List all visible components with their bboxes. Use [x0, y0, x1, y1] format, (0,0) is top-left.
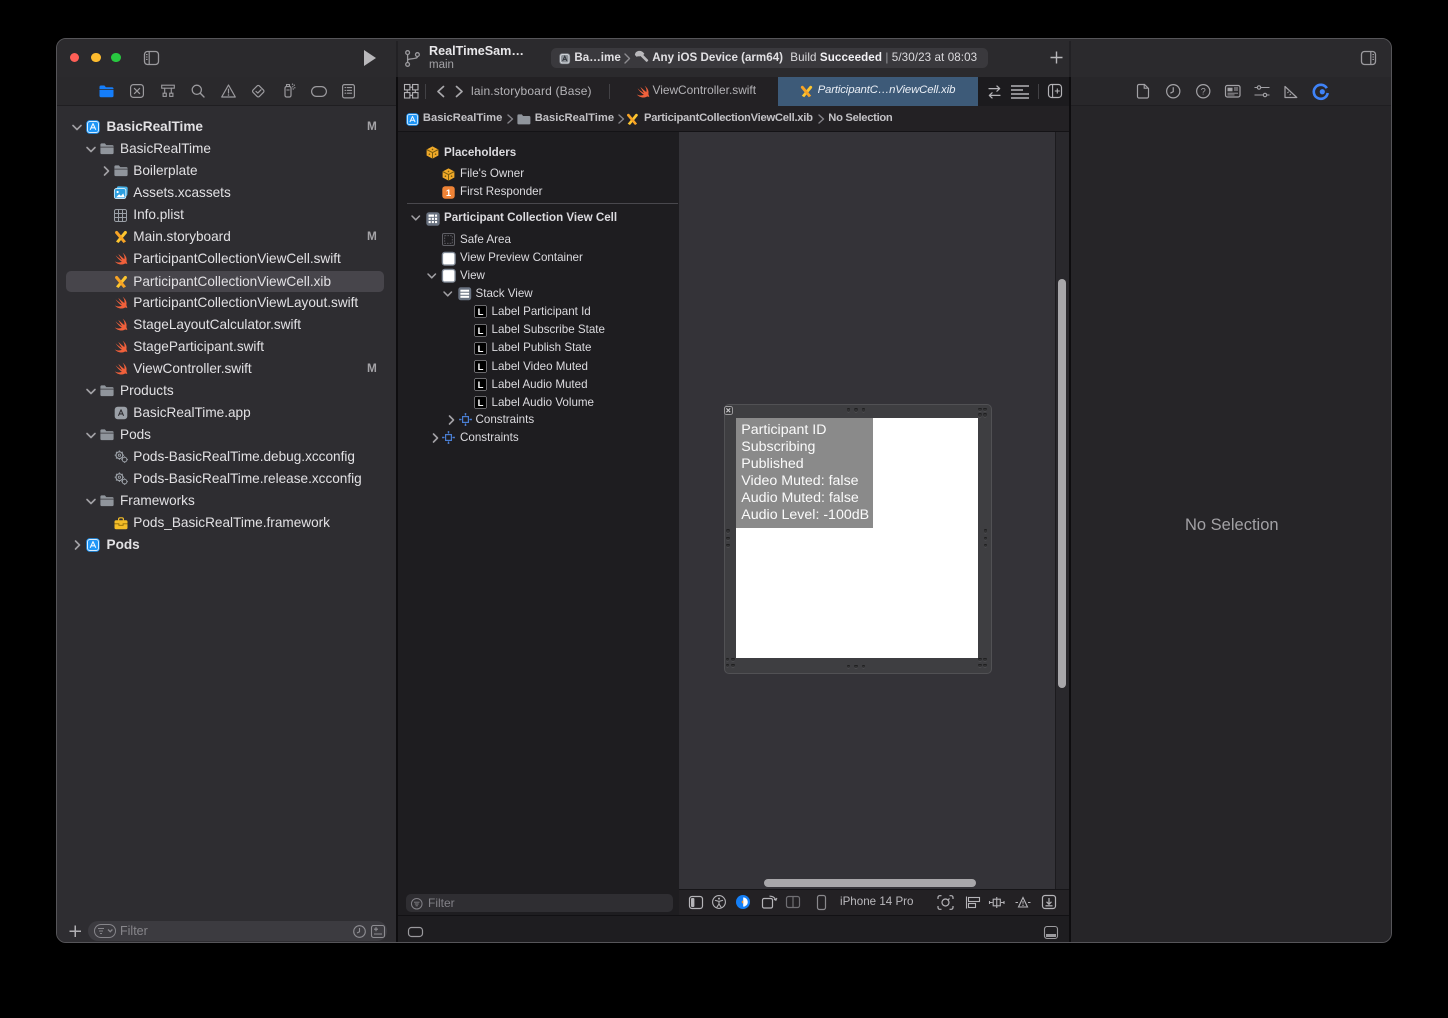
svg-text:?: ? [1200, 87, 1205, 97]
svg-text:L: L [477, 344, 483, 355]
svg-text:L: L [477, 380, 483, 391]
svg-text:L: L [477, 326, 483, 337]
svg-text:L: L [477, 398, 483, 409]
svg-text:L: L [477, 362, 483, 373]
svg-text:L: L [477, 307, 483, 318]
svg-text:1: 1 [445, 187, 451, 198]
